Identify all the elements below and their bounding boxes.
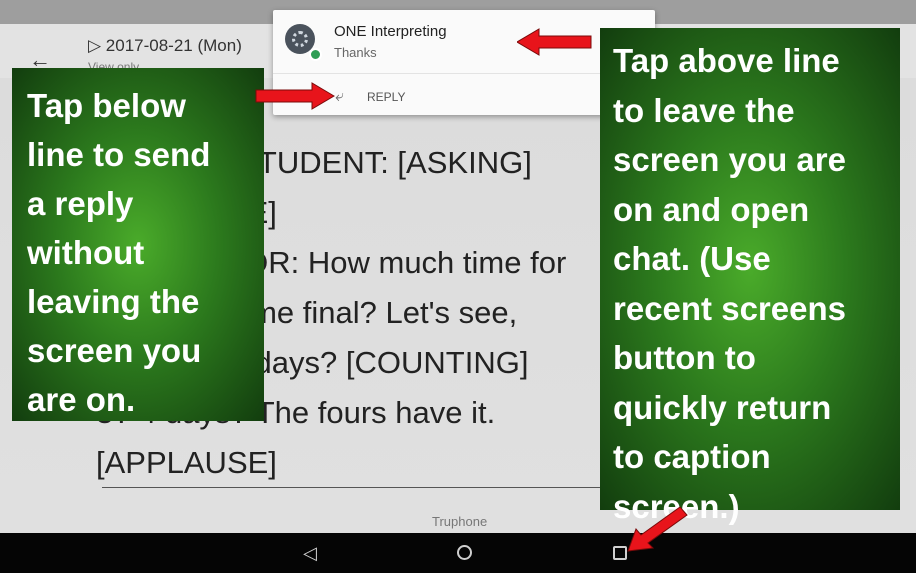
callout-reply-instructions: Tap below line to send a reply without l… xyxy=(12,68,264,421)
session-date: ▷ 2017-08-21 (Mon) xyxy=(88,36,242,55)
callout-left-text: Tap below line to send a reply without l… xyxy=(27,87,211,418)
caption-divider xyxy=(102,487,662,488)
carrier-label: Truphone xyxy=(432,514,488,529)
reply-arrow-icon: ⤶ xyxy=(335,88,344,105)
arrow-to-reply-icon xyxy=(255,82,335,110)
arrow-to-notification-icon xyxy=(517,28,592,56)
nav-home-icon[interactable] xyxy=(452,541,476,565)
notification-message: Thanks xyxy=(334,45,377,60)
nav-back-icon[interactable]: ◁ xyxy=(298,541,322,565)
reply-label: REPLY xyxy=(367,90,406,104)
arrow-to-recents-icon xyxy=(627,506,688,552)
notification-divider xyxy=(273,73,655,74)
chat-badge-icon xyxy=(309,48,322,61)
navigation-bar: ◁ xyxy=(0,533,916,573)
notification-title: ONE Interpreting xyxy=(334,23,447,40)
callout-right-text: Tap above line to leave the screen you a… xyxy=(613,42,846,525)
reply-button[interactable]: ⤶ REPLY xyxy=(335,87,405,107)
callout-open-chat-instructions: Tap above line to leave the screen you a… xyxy=(600,28,900,525)
